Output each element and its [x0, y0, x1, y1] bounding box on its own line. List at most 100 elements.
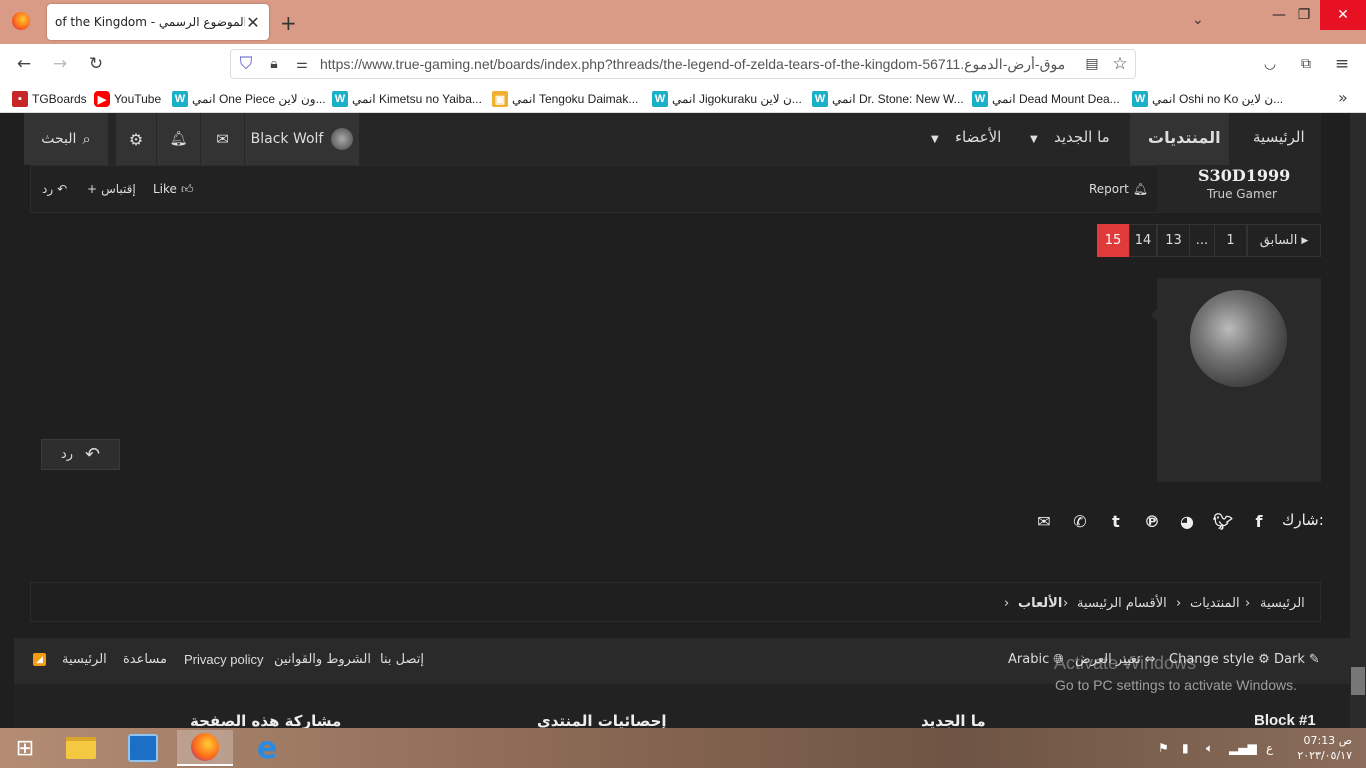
- scrollbar-thumb[interactable]: [1351, 667, 1365, 695]
- back-icon[interactable]: ←: [12, 52, 36, 76]
- whatsapp-icon[interactable]: ✆: [1069, 510, 1091, 532]
- firefox-icon[interactable]: [12, 12, 30, 30]
- bookmark-label: انمي Dr. Stone: New W...: [832, 92, 964, 106]
- bookmark-tgboards[interactable]: ▪ TGBoards: [12, 90, 87, 108]
- language-indicator[interactable]: ع: [1266, 741, 1273, 755]
- reply-arrow-icon: ↶: [57, 182, 68, 196]
- nav-home[interactable]: الرئيسية: [1253, 128, 1305, 146]
- search-button[interactable]: البحث ⌕: [24, 113, 108, 165]
- tumblr-icon[interactable]: t: [1105, 510, 1127, 532]
- bell-icon[interactable]: 🔔︎: [157, 113, 200, 165]
- nav-whats-new[interactable]: ما الجديد: [1054, 128, 1110, 146]
- quote-link[interactable]: إقتباس +: [87, 182, 136, 196]
- nav-forums[interactable]: المنتديات: [1148, 128, 1221, 147]
- menu-icon[interactable]: ≡: [1330, 52, 1354, 76]
- firefox-taskbar-icon[interactable]: [177, 730, 233, 766]
- inbox-icon[interactable]: ✉: [201, 113, 244, 165]
- search-icon: ⌕: [82, 130, 91, 148]
- style-toggle-icon[interactable]: ⚙: [116, 113, 156, 165]
- breadcrumb-separator: ›: [1004, 596, 1010, 611]
- breadcrumb-main-sections[interactable]: الأقسام الرئيسية: [1077, 596, 1167, 611]
- bookmark-dr-stone[interactable]: W انمي Dr. Stone: New W...: [812, 90, 964, 108]
- more-bookmarks-icon[interactable]: »: [1338, 88, 1348, 107]
- bookmark-tengoku[interactable]: ▣ انمي Tengoku Daimak...: [492, 90, 638, 108]
- page-14[interactable]: 14: [1129, 224, 1157, 257]
- bookmark-label: انمي Oshi no Ko ن لاين...: [1152, 92, 1284, 106]
- breadcrumb-home[interactable]: الرئيسية: [1260, 596, 1305, 611]
- plus-icon: +: [87, 182, 98, 196]
- lock-icon[interactable]: 🔒︎: [262, 52, 286, 76]
- reddit-icon[interactable]: ◕: [1176, 510, 1198, 532]
- file-explorer-icon[interactable]: [56, 730, 106, 766]
- new-tab-button[interactable]: +: [280, 11, 297, 35]
- paintbrush-icon: ✎: [1308, 652, 1320, 667]
- page-ellipsis[interactable]: ...: [1190, 224, 1214, 257]
- pocket-icon[interactable]: ◡: [1258, 52, 1282, 76]
- reply-button[interactable]: رد ↶: [41, 439, 120, 470]
- home-link[interactable]: الرئيسية: [62, 652, 107, 667]
- witanime-favicon: W: [1132, 91, 1148, 107]
- dark-style-link[interactable]: Dark ✎: [1274, 652, 1320, 667]
- page-13[interactable]: 13: [1157, 224, 1190, 257]
- bookmark-dead-mount[interactable]: W انمي Dead Mount Dea...: [972, 90, 1120, 108]
- clock-time: 07:13 ص: [1303, 734, 1352, 747]
- close-window-button[interactable]: ✕: [1320, 0, 1366, 30]
- twitter-icon[interactable]: 🐦︎: [1212, 510, 1234, 532]
- bookmark-youtube[interactable]: ▶ YouTube: [94, 90, 161, 108]
- bookmark-jigokuraku[interactable]: W انمي Jigokuraku ن لاين...: [652, 90, 802, 108]
- pagination-prev[interactable]: السابق ▶: [1247, 224, 1321, 257]
- page-15-current[interactable]: 15: [1097, 224, 1129, 257]
- like-label: Like: [153, 182, 177, 196]
- forward-icon[interactable]: →: [48, 52, 72, 76]
- privacy-link[interactable]: Privacy policy: [184, 652, 263, 667]
- like-link[interactable]: Like 👍︎: [153, 182, 193, 197]
- taskbar-clock[interactable]: 07:13 ص ٢٠٢٣/٠٥/١٧: [1292, 733, 1352, 763]
- windows-start-icon[interactable]: ⊞: [0, 730, 50, 766]
- breadcrumb-separator: ›: [1176, 596, 1182, 611]
- network-icon[interactable]: ▂▄▆: [1229, 741, 1257, 755]
- facebook-icon[interactable]: f: [1248, 510, 1270, 532]
- post-author[interactable]: S30D1999: [1198, 166, 1290, 185]
- bookmark-oshi-no-ko[interactable]: W انمي Oshi no Ko ن لاين...: [1132, 90, 1283, 108]
- bookmark-kimetsu[interactable]: W انمي Kimetsu no Yaiba...: [332, 90, 482, 108]
- report-link[interactable]: Report 🔔︎: [1089, 182, 1148, 196]
- battery-icon[interactable]: ▮: [1182, 741, 1189, 755]
- avatar[interactable]: [1190, 290, 1287, 387]
- pinterest-icon[interactable]: ℗: [1141, 510, 1163, 532]
- breadcrumb-games[interactable]: الألعاب: [1018, 596, 1062, 611]
- quote-label: إقتباس: [101, 182, 136, 196]
- chevron-down-icon[interactable]: ▼: [1030, 134, 1038, 145]
- action-center-icon[interactable]: ⚑: [1158, 741, 1169, 755]
- permissions-icon[interactable]: ⚌: [290, 52, 314, 76]
- internet-explorer-icon[interactable]: e: [242, 730, 292, 766]
- extensions-icon[interactable]: ⧉: [1294, 52, 1318, 76]
- nav-members[interactable]: الأعضاء: [955, 128, 1001, 146]
- url-text[interactable]: https://www.true-gaming.net/boards/index…: [320, 56, 1080, 74]
- contact-link[interactable]: إتصل بنا: [380, 652, 424, 667]
- breadcrumb-separator: ›: [1063, 596, 1069, 611]
- shield-icon[interactable]: ⛉: [234, 52, 258, 76]
- browser-tab[interactable]: of the Kingdom - الموضوع الرسمي ✕: [47, 4, 269, 40]
- breadcrumb-forums[interactable]: المنتديات: [1190, 596, 1240, 611]
- page-1[interactable]: 1: [1214, 224, 1247, 257]
- thumbs-up-icon: 👍︎: [180, 182, 194, 196]
- volume-icon[interactable]: 🔈︎: [1206, 741, 1213, 756]
- bookmark-star-icon[interactable]: ☆: [1108, 52, 1132, 76]
- reader-view-icon[interactable]: ▤: [1080, 52, 1104, 76]
- email-icon[interactable]: ✉: [1033, 510, 1055, 532]
- reply-link[interactable]: رد ↶: [42, 182, 67, 196]
- chevron-down-icon[interactable]: ▼: [931, 134, 939, 145]
- user-menu[interactable]: Black Wolf: [245, 113, 359, 165]
- tab-close-icon[interactable]: ✕: [245, 13, 261, 32]
- terms-link[interactable]: الشروط والقوانين: [274, 652, 371, 667]
- scrollbar[interactable]: [1350, 113, 1366, 728]
- intel-app-icon[interactable]: [118, 730, 168, 766]
- bookmark-one-piece[interactable]: W انمي One Piece ون لاين...: [172, 90, 326, 108]
- rss-icon[interactable]: ◢: [33, 653, 46, 666]
- tab-list-icon[interactable]: ⌄: [1192, 12, 1204, 28]
- prev-label: السابق: [1259, 233, 1298, 248]
- reply-label: رد: [42, 182, 54, 196]
- help-link[interactable]: مساعدة: [123, 652, 167, 667]
- dark-label: Dark: [1274, 652, 1305, 667]
- reload-icon[interactable]: ↻: [84, 52, 108, 76]
